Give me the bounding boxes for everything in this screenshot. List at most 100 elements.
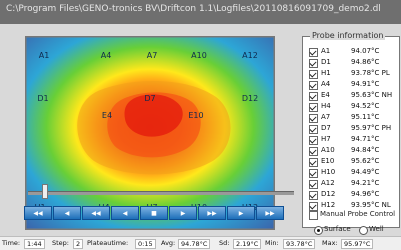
- average-value: 94.78°C: [178, 239, 211, 249]
- heatmap-label: D12: [242, 94, 258, 103]
- probe-temperature: 94.21°C: [351, 179, 380, 187]
- last-frame-icon: ▶▶: [265, 210, 275, 217]
- probe-panel-title: Probe information: [310, 31, 386, 40]
- title-bar: C:\Program Files\GENO-tronics BV\Driftco…: [0, 0, 401, 24]
- heatmap-label: A10: [191, 51, 207, 60]
- heatmap-label: D7: [144, 94, 155, 103]
- probe-id: H12: [321, 201, 336, 209]
- stop-button[interactable]: ■: [140, 206, 168, 220]
- probe-checkbox[interactable]: [309, 59, 318, 68]
- probe-id: H10: [321, 168, 336, 176]
- manual-probe-checkbox[interactable]: [309, 211, 318, 220]
- probe-temperature: 94.07°C: [351, 47, 380, 55]
- minimum-label: Min:: [265, 239, 279, 247]
- window-title: C:\Program Files\GENO-tronics BV\Driftco…: [6, 4, 381, 14]
- probe-id: E10: [321, 157, 335, 165]
- heatmap-label: A1: [39, 51, 50, 60]
- maximum-label: Max:: [322, 239, 338, 247]
- probe-id: H7: [321, 135, 331, 143]
- probe-temperature: 93.78°C PL: [351, 69, 390, 77]
- heatmap-label: E10: [188, 111, 203, 120]
- probe-checkbox[interactable]: [309, 180, 318, 189]
- probe-checkbox[interactable]: [309, 191, 318, 200]
- probe-checkbox[interactable]: [309, 48, 318, 57]
- probe-id: H1: [321, 69, 331, 77]
- probe-id: D12: [321, 190, 336, 198]
- playback-controls: ◀◀ ◀ ◀◀ ◀ ■ ▶ ▶▶ ▶ ▶▶: [24, 206, 286, 224]
- play-icon: ▶: [180, 210, 186, 217]
- heatmap-label: A7: [147, 51, 158, 60]
- surface-radio[interactable]: [314, 226, 323, 235]
- probe-checkbox[interactable]: [309, 147, 318, 156]
- probe-checkbox[interactable]: [309, 92, 318, 101]
- step-label: Step:: [52, 239, 69, 247]
- probe-id: D1: [321, 58, 331, 66]
- probe-temperature: 94.86°C: [351, 58, 380, 66]
- time-value: 1:44: [24, 239, 45, 249]
- probe-temperature: 94.84°C: [351, 146, 380, 154]
- probe-id: D7: [321, 124, 331, 132]
- next-step-button[interactable]: ▶: [227, 206, 255, 220]
- probe-temperature: 94.71°C: [351, 135, 380, 143]
- probe-checkbox[interactable]: [309, 81, 318, 90]
- step-back-icon: ◀: [122, 210, 128, 217]
- rewind-button[interactable]: ◀◀: [82, 206, 110, 220]
- manual-probe-label: Manual Probe Control: [320, 210, 396, 218]
- heatmap-label: A4: [101, 51, 112, 60]
- last-frame-button[interactable]: ▶▶: [256, 206, 284, 220]
- probe-temperature: 94.91°C: [351, 80, 380, 88]
- rewind-icon: ◀◀: [91, 210, 101, 217]
- well-radio[interactable]: [359, 226, 368, 235]
- heatmap-label: A12: [242, 51, 258, 60]
- status-bar: Time: 1:44 Step: 2 Plateautime: 0:15 Avg…: [0, 236, 401, 250]
- step-value: 2: [73, 239, 84, 249]
- playback-slider-track[interactable]: [28, 191, 294, 195]
- previous-step-button[interactable]: ◀: [53, 206, 81, 220]
- step-back-button[interactable]: ◀: [111, 206, 139, 220]
- probe-checkbox[interactable]: [309, 136, 318, 145]
- probe-checkbox[interactable]: [309, 70, 318, 79]
- probe-temperature: 93.95°C NL: [351, 201, 391, 209]
- probe-checkbox[interactable]: [309, 103, 318, 112]
- heatmap-label: D1: [37, 94, 48, 103]
- plateau-label: Plateautime:: [87, 239, 129, 247]
- probe-temperature: 95.97°C PH: [351, 124, 392, 132]
- well-label: Well: [369, 225, 384, 233]
- driftcon-window: C:\Program Files\GENO-tronics BV\Driftco…: [0, 0, 401, 250]
- play-button[interactable]: ▶: [169, 206, 197, 220]
- stop-icon: ■: [151, 210, 157, 217]
- probe-heatmap: A1A4A7A10A12D1D7D12E4E10H1H4H7H10H12: [25, 36, 275, 230]
- probe-id: A12: [321, 179, 335, 187]
- probe-checkbox[interactable]: [309, 158, 318, 167]
- probe-temperature: 94.49°C: [351, 168, 380, 176]
- sd-label: Sd:: [219, 239, 230, 247]
- probe-id: A7: [321, 113, 331, 121]
- probe-checkbox[interactable]: [309, 169, 318, 178]
- probe-temperature: 95.63°C NH: [351, 91, 393, 99]
- first-frame-button[interactable]: ◀◀: [24, 206, 52, 220]
- fast-forward-icon: ▶▶: [207, 210, 217, 217]
- probe-temperature: 94.52°C: [351, 102, 380, 110]
- heatmap-graphic: A1A4A7A10A12D1D7D12E4E10H1H4H7H10H12: [26, 37, 274, 229]
- playback-slider-thumb[interactable]: [41, 184, 48, 199]
- probe-information-panel: Probe information A1 94.07°C D1 94.86°C H1 93…: [302, 31, 400, 228]
- next-step-icon: ▶: [238, 210, 244, 217]
- surface-label: Surface: [324, 225, 351, 233]
- sd-value: 2.19°C: [233, 239, 262, 249]
- fast-forward-button[interactable]: ▶▶: [198, 206, 226, 220]
- probe-id: A4: [321, 80, 331, 88]
- previous-step-icon: ◀: [64, 210, 70, 217]
- heatmap-label: E4: [102, 111, 112, 120]
- probe-checkbox[interactable]: [309, 125, 318, 134]
- probe-id: H4: [321, 102, 331, 110]
- probe-id: E4: [321, 91, 330, 99]
- manual-probe-control-option[interactable]: Manual Probe Control: [309, 210, 400, 220]
- probe-temperature: 94.96°C: [351, 190, 380, 198]
- time-label: Time:: [2, 239, 21, 247]
- probe-id: A10: [321, 146, 335, 154]
- probe-id: A1: [321, 47, 331, 55]
- plateau-value: 0:15: [135, 239, 156, 249]
- probe-checkbox[interactable]: [309, 114, 318, 123]
- first-frame-icon: ◀◀: [33, 210, 43, 217]
- measurement-mode-options: Surface Well: [314, 225, 400, 235]
